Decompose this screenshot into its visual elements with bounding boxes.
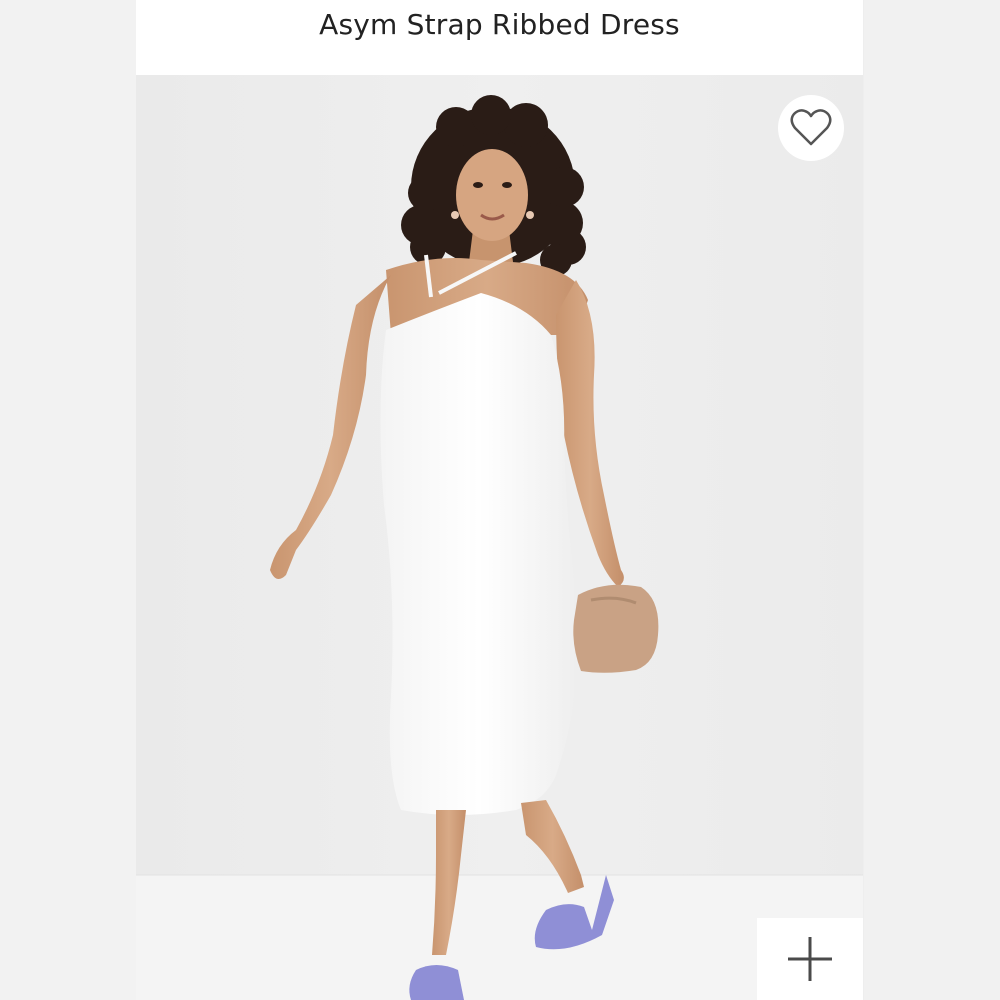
earring-right (526, 211, 534, 219)
right-margin (864, 0, 1000, 1000)
product-page: Asym Strap Ribbed Dress (0, 0, 1000, 1000)
zoom-button[interactable] (757, 918, 863, 1000)
product-title: Asym Strap Ribbed Dress (319, 8, 680, 41)
model-illustration (136, 75, 863, 1000)
product-image[interactable] (136, 75, 863, 1000)
product-header: Asym Strap Ribbed Dress (136, 0, 863, 75)
earring-left (451, 211, 459, 219)
plus-icon (788, 937, 832, 981)
dress (380, 293, 578, 815)
left-shoe (409, 965, 464, 1000)
face (456, 149, 528, 241)
favorite-button[interactable] (778, 95, 844, 161)
left-margin (0, 0, 136, 1000)
heart-outline-icon (790, 109, 832, 146)
floor (136, 875, 863, 1000)
